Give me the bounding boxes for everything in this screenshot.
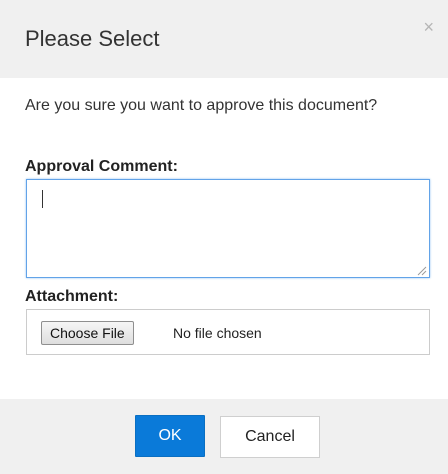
text-cursor (42, 190, 43, 208)
approval-comment-label: Approval Comment: (25, 158, 178, 175)
attachment-label: Attachment: (25, 288, 119, 305)
dialog-footer: OK Cancel (0, 399, 448, 474)
approval-dialog: Please Select × Are you sure you want to… (0, 0, 448, 474)
approval-comment-textarea[interactable] (26, 179, 430, 278)
dialog-title: Please Select (25, 26, 160, 51)
cancel-button[interactable]: Cancel (220, 416, 320, 458)
close-icon[interactable]: × (423, 18, 434, 36)
resize-grip-icon[interactable] (417, 266, 427, 276)
confirmation-message: Are you sure you want to approve this do… (25, 97, 378, 114)
choose-file-button[interactable]: Choose File (41, 321, 134, 345)
file-status-text: No file chosen (173, 325, 262, 341)
dialog-header: Please Select × (0, 0, 448, 78)
file-input: Choose File No file chosen (26, 309, 430, 355)
ok-button[interactable]: OK (135, 415, 205, 457)
